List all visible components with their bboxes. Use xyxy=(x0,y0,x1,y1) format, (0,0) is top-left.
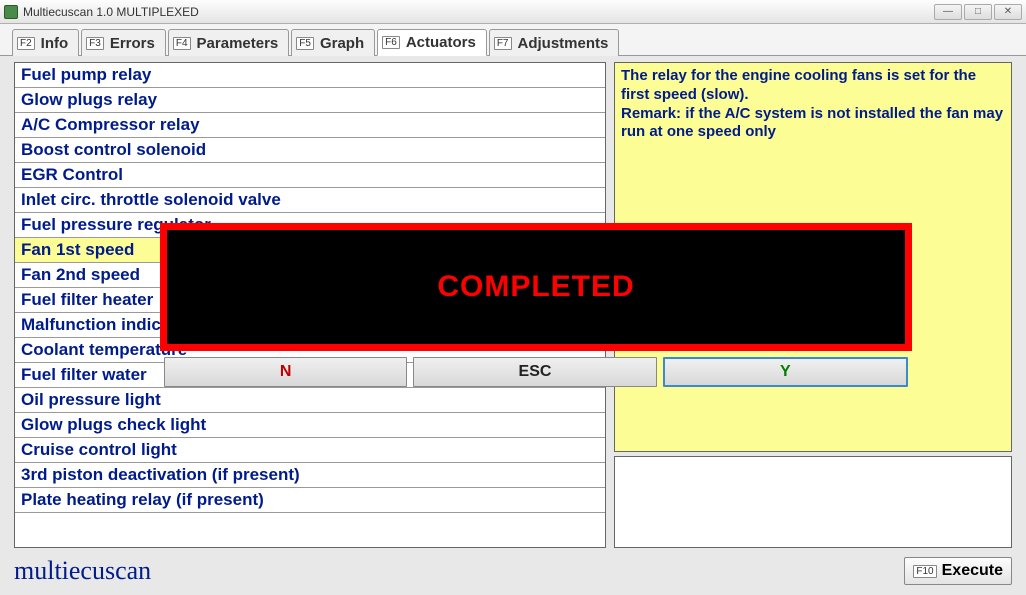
info-line: The relay for the engine cooling fans is… xyxy=(621,67,976,103)
tab-label: Actuators xyxy=(406,34,476,51)
dialog-button-row: N ESC Y xyxy=(160,357,912,387)
fkey-badge: F7 xyxy=(494,37,512,50)
list-item[interactable]: 3rd piston deactivation (if present) xyxy=(15,463,605,488)
window-controls: — □ ✕ xyxy=(934,4,1022,20)
status-panel xyxy=(614,456,1012,548)
brand-logo: multiecuscan xyxy=(14,556,151,586)
tab-graph[interactable]: F5 Graph xyxy=(291,29,375,56)
tab-bar: F2 Info F3 Errors F4 Parameters F5 Graph… xyxy=(0,24,1026,56)
close-button[interactable]: ✕ xyxy=(994,4,1022,20)
window-title: Multiecuscan 1.0 MULTIPLEXED xyxy=(23,5,934,19)
execute-button[interactable]: F10 Execute xyxy=(904,557,1012,585)
list-item[interactable]: Plate heating relay (if present) xyxy=(15,488,605,513)
window-titlebar: Multiecuscan 1.0 MULTIPLEXED — □ ✕ xyxy=(0,0,1026,24)
app-icon xyxy=(4,5,18,19)
list-item[interactable]: Oil pressure light xyxy=(15,388,605,413)
fkey-badge: F10 xyxy=(913,565,936,578)
dialog-esc-button[interactable]: ESC xyxy=(413,357,656,387)
tab-info[interactable]: F2 Info xyxy=(12,29,79,56)
minimize-button[interactable]: — xyxy=(934,4,962,20)
tab-label: Errors xyxy=(110,35,155,52)
list-item[interactable]: Glow plugs relay xyxy=(15,88,605,113)
completion-dialog: COMPLETED N ESC Y xyxy=(160,223,912,387)
tab-adjustments[interactable]: F7 Adjustments xyxy=(489,29,620,56)
tab-label: Adjustments xyxy=(518,35,609,52)
list-item[interactable]: Glow plugs check light xyxy=(15,413,605,438)
list-item[interactable]: A/C Compressor relay xyxy=(15,113,605,138)
list-item[interactable]: Inlet circ. throttle solenoid valve xyxy=(15,188,605,213)
list-item[interactable]: Boost control solenoid xyxy=(15,138,605,163)
tab-actuators[interactable]: F6 Actuators xyxy=(377,29,487,56)
execute-label: Execute xyxy=(942,562,1003,580)
tab-label: Parameters xyxy=(197,35,279,52)
tab-parameters[interactable]: F4 Parameters xyxy=(168,29,289,56)
tab-errors[interactable]: F3 Errors xyxy=(81,29,166,56)
footer-bar: multiecuscan F10 Execute xyxy=(0,554,1026,590)
fkey-badge: F5 xyxy=(296,37,314,50)
info-line: Remark: if the A/C system is not install… xyxy=(621,105,1003,141)
fkey-badge: F2 xyxy=(17,37,35,50)
fkey-badge: F3 xyxy=(86,37,104,50)
list-item[interactable]: Cruise control light xyxy=(15,438,605,463)
dialog-yes-button[interactable]: Y xyxy=(663,357,908,387)
list-item[interactable]: EGR Control xyxy=(15,163,605,188)
tab-label: Graph xyxy=(320,35,364,52)
dialog-message-box: COMPLETED xyxy=(160,223,912,351)
maximize-button[interactable]: □ xyxy=(964,4,992,20)
fkey-badge: F6 xyxy=(382,36,400,49)
list-item[interactable]: Fuel pump relay xyxy=(15,63,605,88)
dialog-message: COMPLETED xyxy=(437,270,634,304)
tab-label: Info xyxy=(41,35,69,52)
dialog-no-button[interactable]: N xyxy=(164,357,407,387)
fkey-badge: F4 xyxy=(173,37,191,50)
